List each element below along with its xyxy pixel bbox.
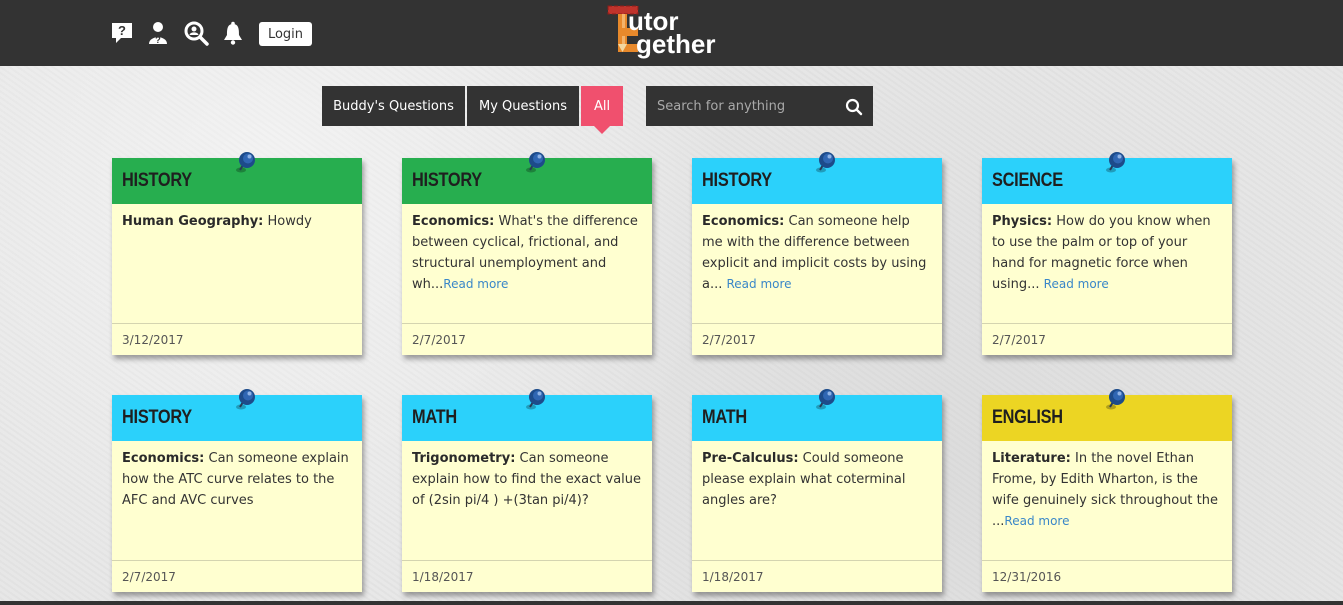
svg-text:?: ?: [118, 23, 126, 38]
card-subject: ENGLISH: [992, 407, 1063, 428]
pushpin-icon: [526, 152, 545, 173]
question-card[interactable]: HISTORY Economics: What's the difference…: [402, 152, 652, 355]
card-category: Economics:: [702, 214, 785, 229]
card-date: 2/7/2017: [982, 323, 1232, 355]
question-card[interactable]: ENGLISH Literature: In the novel Ethan F…: [982, 389, 1232, 592]
pushpin-icon: [816, 389, 835, 410]
help-question-icon[interactable]: ?: [109, 20, 135, 46]
question-card[interactable]: HISTORY Economics: Can someone help me w…: [692, 152, 942, 355]
pushpin-icon: [236, 152, 255, 173]
tab-buddys-questions[interactable]: Buddy's Questions: [322, 86, 465, 126]
read-more-link[interactable]: Read more: [1044, 277, 1109, 291]
card-date: 2/7/2017: [692, 323, 942, 355]
card-date: 2/7/2017: [112, 560, 362, 592]
card-question: Howdy: [263, 214, 312, 229]
card-category: Pre-Calculus:: [702, 451, 799, 466]
card-question-text: Literature: In the novel Ethan Frome, by…: [982, 441, 1232, 560]
card-question-text: Economics: What's the difference between…: [402, 204, 652, 323]
card-question-text: Economics: Can someone help me with the …: [692, 204, 942, 323]
search-icon[interactable]: [845, 98, 863, 120]
card-subject: MATH: [412, 407, 457, 428]
tutor-together-logo[interactable]: utor gether: [606, 4, 738, 64]
read-more-link[interactable]: Read more: [443, 277, 508, 291]
pushpin-icon: [236, 389, 255, 410]
search-input[interactable]: [657, 98, 837, 114]
logo-text-bottom: gether: [636, 29, 716, 59]
card-category: Human Geography:: [122, 214, 264, 229]
read-more-link[interactable]: Read more: [727, 277, 792, 291]
top-navbar: ? ? Login utor gether: [0, 0, 1343, 66]
login-button[interactable]: Login: [259, 22, 312, 46]
card-category: Trigonometry:: [412, 451, 516, 466]
pushpin-icon: [1106, 389, 1125, 410]
tutor-profile-icon[interactable]: ?: [146, 20, 172, 46]
card-date: 12/31/2016: [982, 560, 1232, 592]
card-category: Literature:: [992, 451, 1071, 466]
card-date: 1/18/2017: [402, 560, 652, 592]
svg-text:?: ?: [155, 35, 161, 45]
card-question-text: Economics: Can someone explain how the A…: [112, 441, 362, 560]
card-date: 3/12/2017: [112, 323, 362, 355]
footer-edge: [0, 601, 1343, 605]
notification-bell-icon[interactable]: [220, 20, 246, 46]
question-card[interactable]: MATH Pre-Calculus: Could someone please …: [692, 389, 942, 592]
card-category: Economics:: [122, 451, 205, 466]
card-category: Physics:: [992, 214, 1053, 229]
card-question-text: Human Geography: Howdy: [112, 204, 362, 323]
card-question-text: Physics: How do you know when to use the…: [982, 204, 1232, 323]
card-date: 2/7/2017: [402, 323, 652, 355]
question-card[interactable]: HISTORY Economics: Can someone explain h…: [112, 389, 362, 592]
pushpin-icon: [816, 152, 835, 173]
search-bar: [646, 86, 873, 126]
question-filter-tabs: Buddy's Questions My Questions All: [322, 86, 625, 134]
tab-my-questions[interactable]: My Questions: [467, 86, 579, 126]
card-subject: HISTORY: [702, 170, 772, 191]
find-tutor-icon[interactable]: [183, 20, 209, 46]
card-date: 1/18/2017: [692, 560, 942, 592]
question-card[interactable]: SCIENCE Physics: How do you know when to…: [982, 152, 1232, 355]
pushpin-icon: [1106, 152, 1125, 173]
card-question-text: Trigonometry: Can someone explain how to…: [402, 441, 652, 560]
card-subject: HISTORY: [122, 170, 192, 191]
tab-all[interactable]: All: [581, 86, 623, 134]
pushpin-icon: [526, 389, 545, 410]
card-question-text: Pre-Calculus: Could someone please expla…: [692, 441, 942, 560]
card-subject: HISTORY: [122, 407, 192, 428]
question-card[interactable]: MATH Trigonometry: Can someone explain h…: [402, 389, 652, 592]
read-more-link[interactable]: Read more: [1004, 514, 1069, 528]
card-subject: SCIENCE: [992, 170, 1063, 191]
card-subject: MATH: [702, 407, 747, 428]
card-subject: HISTORY: [412, 170, 482, 191]
question-card[interactable]: HISTORY Human Geography: Howdy 3/12/2017: [112, 152, 362, 355]
card-category: Economics:: [412, 214, 495, 229]
